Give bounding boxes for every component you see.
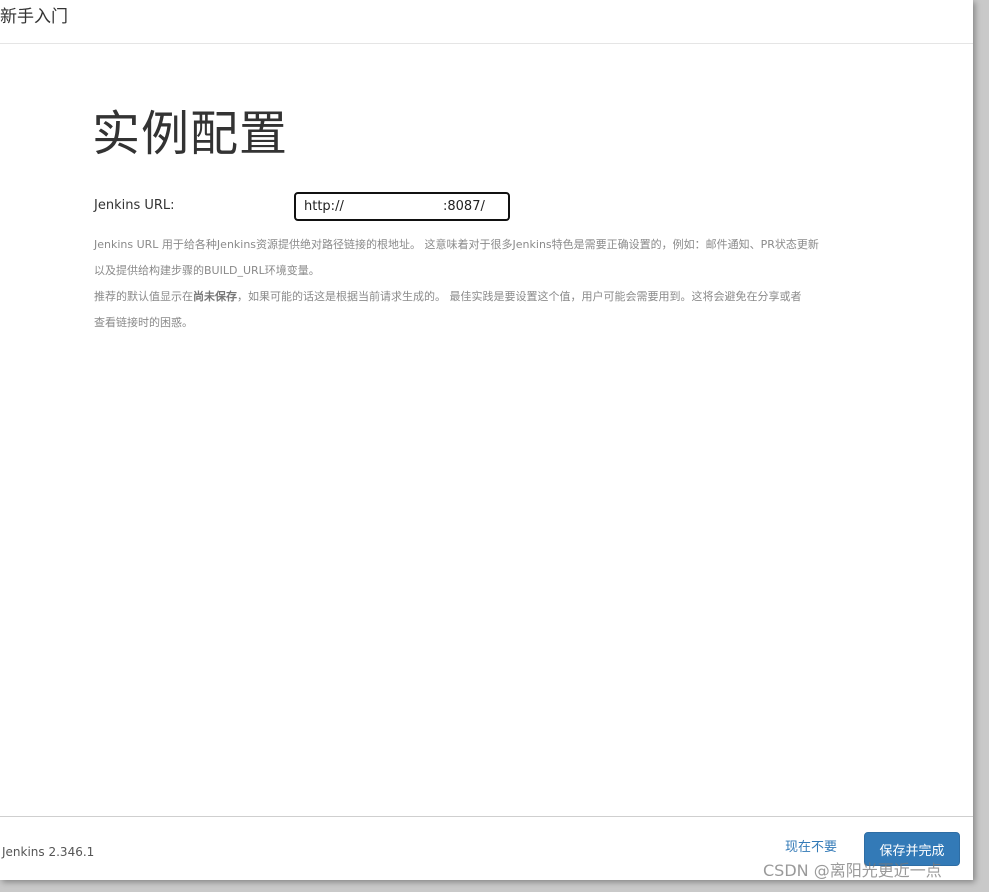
help-line: 以及提供给构建步骤的BUILD_URL环境变量。 [94,264,320,277]
dialog-header: 新手入门 [0,0,973,44]
version-label: Jenkins 2.346.1 [2,845,95,859]
page-title: 实例配置 [92,106,289,162]
help-text: ，如果可能的话这是根据当前请求生成的。 最佳实践是要设置这个值，用户可能会需要用… [237,290,802,303]
dialog-title: 新手入门 [0,7,68,27]
jenkins-url-input[interactable] [294,192,510,221]
jenkins-url-label: Jenkins URL: [94,198,175,213]
skip-button[interactable]: 现在不要 [785,839,837,857]
help-bold-text: 尚未保存 [193,290,237,303]
help-line: 查看链接时的困惑。 [94,316,193,329]
help-line: 推荐的默认值显示在尚未保存，如果可能的话这是根据当前请求生成的。 最佳实践是要设… [94,284,859,310]
help-line: Jenkins URL 用于给各种Jenkins资源提供绝对路径链接的根地址。 … [94,238,819,251]
jenkins-url-help: Jenkins URL 用于给各种Jenkins资源提供绝对路径链接的根地址。 … [94,232,859,336]
help-text: 推荐的默认值显示在 [94,290,193,303]
setup-wizard-dialog: 新手入门 实例配置 Jenkins URL: Jenkins URL 用于给各种… [0,0,973,880]
watermark: CSDN @离阳光更近一点 [763,861,942,880]
